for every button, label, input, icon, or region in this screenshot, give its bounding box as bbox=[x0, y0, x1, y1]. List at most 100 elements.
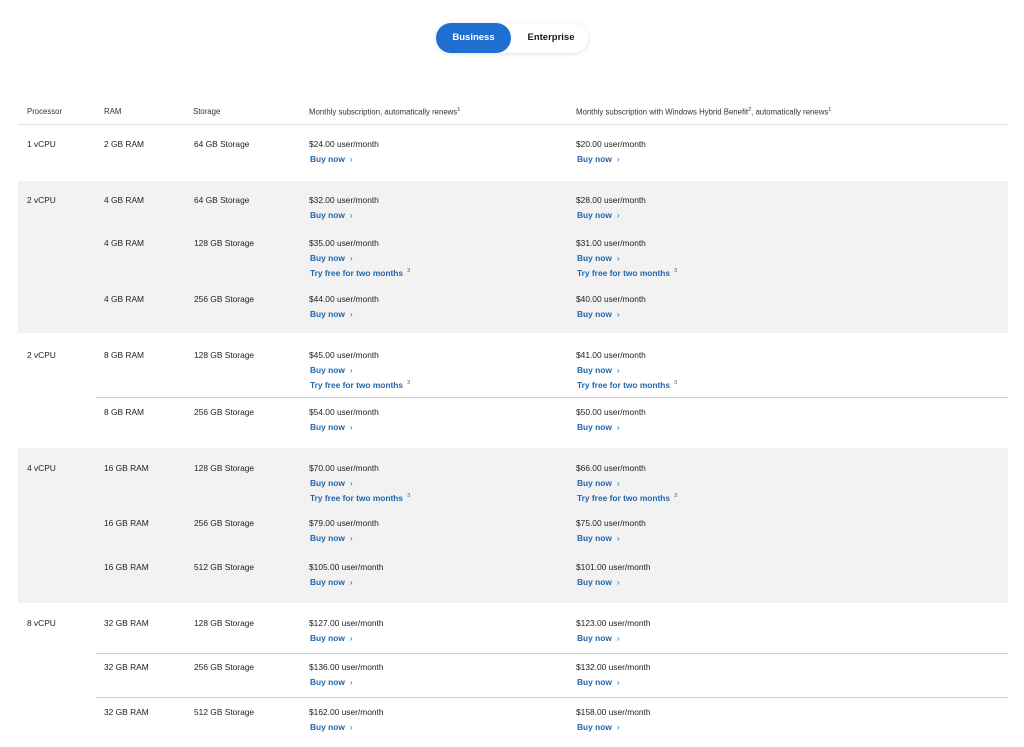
hybrid-try-free-link[interactable]: Try free for two months 3 bbox=[577, 380, 677, 390]
storage-cell: 512 GB Storage bbox=[194, 707, 255, 717]
buy-now-link[interactable]: Buy now › bbox=[310, 478, 353, 488]
hybrid-buy-now-link[interactable]: Buy now › bbox=[577, 422, 620, 432]
group-4vcpu bbox=[18, 448, 1008, 603]
chevron-right-icon: › bbox=[349, 253, 353, 263]
hybrid-buy-now-link[interactable]: Buy now › bbox=[577, 365, 620, 375]
buy-now-label: Buy now bbox=[577, 253, 612, 263]
hybrid-price-cell: $158.00 user/month bbox=[576, 707, 651, 717]
ram-cell: 32 GB RAM bbox=[104, 618, 149, 628]
price-cell: $79.00 user/month bbox=[309, 518, 379, 528]
hybrid-buy-now-link[interactable]: Buy now › bbox=[577, 253, 620, 263]
buy-now-link[interactable]: Buy now › bbox=[310, 422, 353, 432]
price-cell: $127.00 user/month bbox=[309, 618, 384, 628]
chevron-right-icon: › bbox=[616, 677, 620, 687]
buy-now-link[interactable]: Buy now › bbox=[310, 577, 353, 587]
buy-now-label: Buy now bbox=[310, 577, 345, 587]
chevron-right-icon: › bbox=[349, 154, 353, 164]
hybrid-try-free-link[interactable]: Try free for two months 3 bbox=[577, 493, 677, 503]
chevron-right-icon: › bbox=[349, 422, 353, 432]
price-cell: $105.00 user/month bbox=[309, 562, 384, 572]
buy-now-link[interactable]: Buy now › bbox=[310, 210, 353, 220]
buy-now-link[interactable]: Buy now › bbox=[310, 533, 353, 543]
hybrid-try-free-link[interactable]: Try free for two months 3 bbox=[577, 268, 677, 278]
processor-cell: 1 vCPU bbox=[27, 139, 56, 149]
hybrid-price-cell: $41.00 user/month bbox=[576, 350, 646, 360]
row-divider bbox=[96, 653, 1008, 654]
chevron-right-icon: › bbox=[616, 365, 620, 375]
header-storage: Storage bbox=[193, 107, 221, 116]
buy-now-link[interactable]: Buy now › bbox=[310, 677, 353, 687]
buy-now-link[interactable]: Buy now › bbox=[310, 633, 353, 643]
storage-cell: 128 GB Storage bbox=[194, 238, 255, 248]
try-free-link[interactable]: Try free for two months 3 bbox=[310, 268, 410, 278]
enterprise-tab[interactable]: Enterprise bbox=[516, 23, 586, 53]
hybrid-buy-now-link[interactable]: Buy now › bbox=[577, 533, 620, 543]
chevron-right-icon: › bbox=[349, 722, 353, 732]
hybrid-buy-now-link[interactable]: Buy now › bbox=[577, 577, 620, 587]
chevron-right-icon: › bbox=[349, 677, 353, 687]
processor-cell: 2 vCPU bbox=[27, 195, 56, 205]
try-free-label: Try free for two months bbox=[577, 493, 671, 503]
ram-cell: 4 GB RAM bbox=[104, 294, 145, 304]
chevron-right-icon: › bbox=[616, 154, 620, 164]
buy-now-label: Buy now bbox=[310, 365, 345, 375]
storage-cell: 128 GB Storage bbox=[194, 463, 255, 473]
buy-now-link[interactable]: Buy now › bbox=[310, 365, 353, 375]
try-free-link[interactable]: Try free for two months 3 bbox=[310, 380, 410, 390]
try-free-link[interactable]: Try free for two months 3 bbox=[310, 493, 410, 503]
buy-now-label: Buy now bbox=[577, 633, 612, 643]
buy-now-label: Buy now bbox=[577, 154, 612, 164]
chevron-right-icon: › bbox=[349, 309, 353, 319]
ram-cell: 4 GB RAM bbox=[104, 238, 145, 248]
hybrid-buy-now-link[interactable]: Buy now › bbox=[577, 722, 620, 732]
ram-cell: 16 GB RAM bbox=[104, 463, 149, 473]
hybrid-price-cell: $28.00 user/month bbox=[576, 195, 646, 205]
chevron-right-icon: › bbox=[349, 365, 353, 375]
hybrid-buy-now-link[interactable]: Buy now › bbox=[577, 478, 620, 488]
buy-now-label: Buy now bbox=[577, 365, 612, 375]
ram-cell: 8 GB RAM bbox=[104, 350, 145, 360]
hybrid-buy-now-link[interactable]: Buy now › bbox=[577, 633, 620, 643]
processor-cell: 4 vCPU bbox=[27, 463, 56, 473]
hybrid-buy-now-link[interactable]: Buy now › bbox=[577, 154, 620, 164]
chevron-right-icon: › bbox=[349, 478, 353, 488]
group-2vcpu-8gb bbox=[18, 335, 1008, 447]
buy-now-label: Buy now bbox=[577, 478, 612, 488]
buy-now-label: Buy now bbox=[310, 478, 345, 488]
chevron-right-icon: › bbox=[616, 253, 620, 263]
price-cell: $70.00 user/month bbox=[309, 463, 379, 473]
chevron-right-icon: › bbox=[616, 533, 620, 543]
buy-now-label: Buy now bbox=[310, 309, 345, 319]
business-tab[interactable]: Business bbox=[436, 23, 511, 53]
buy-now-label: Buy now bbox=[310, 722, 345, 732]
hybrid-buy-now-link[interactable]: Buy now › bbox=[577, 309, 620, 319]
chevron-right-icon: › bbox=[616, 478, 620, 488]
hybrid-buy-now-link[interactable]: Buy now › bbox=[577, 210, 620, 220]
table-header: Processor RAM Storage Monthly subscripti… bbox=[0, 107, 1024, 119]
chevron-right-icon: › bbox=[616, 722, 620, 732]
buy-now-link[interactable]: Buy now › bbox=[310, 722, 353, 732]
price-cell: $44.00 user/month bbox=[309, 294, 379, 304]
buy-now-label: Buy now bbox=[310, 633, 345, 643]
hybrid-buy-now-link[interactable]: Buy now › bbox=[577, 677, 620, 687]
try-free-label: Try free for two months bbox=[310, 493, 404, 503]
buy-now-label: Buy now bbox=[577, 210, 612, 220]
buy-now-link[interactable]: Buy now › bbox=[310, 154, 353, 164]
try-free-label: Try free for two months bbox=[577, 380, 671, 390]
header-ram: RAM bbox=[104, 107, 122, 116]
buy-now-label: Buy now bbox=[310, 154, 345, 164]
hybrid-price-cell: $101.00 user/month bbox=[576, 562, 651, 572]
buy-now-link[interactable]: Buy now › bbox=[310, 309, 353, 319]
plan-toggle: Business Enterprise bbox=[436, 23, 588, 53]
footnote-marker: 3 bbox=[674, 493, 678, 500]
chevron-right-icon: › bbox=[349, 533, 353, 543]
buy-now-link[interactable]: Buy now › bbox=[310, 253, 353, 263]
processor-cell: 2 vCPU bbox=[27, 350, 56, 360]
ram-cell: 16 GB RAM bbox=[104, 518, 149, 528]
ram-cell: 32 GB RAM bbox=[104, 662, 149, 672]
chevron-right-icon: › bbox=[616, 309, 620, 319]
buy-now-label: Buy now bbox=[577, 722, 612, 732]
buy-now-label: Buy now bbox=[310, 253, 345, 263]
header-processor: Processor bbox=[27, 107, 63, 116]
price-cell: $24.00 user/month bbox=[309, 139, 379, 149]
